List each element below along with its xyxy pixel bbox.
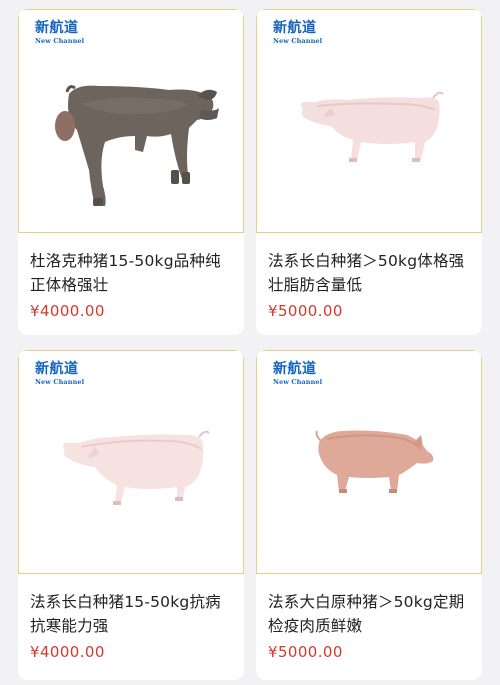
landrace-pig-image [63, 430, 210, 505]
product-grid: 新航道 New Channel 杜洛克种猪15-50kg品种纯正体格强壮 ¥40… [0, 0, 500, 685]
product-image-frame[interactable]: 新航道 New Channel [256, 350, 482, 574]
duroc-pig-image [55, 85, 219, 206]
product-card[interactable]: 新航道 New Channel 法系长白种猪＞50kg体格强壮脂肪含量低 ¥50… [256, 9, 482, 335]
product-title[interactable]: 杜洛克种猪15-50kg品种纯正体格强壮 [30, 249, 234, 297]
product-image-frame[interactable]: 新航道 New Channel [256, 9, 482, 233]
large-white-pig-image [315, 430, 434, 493]
product-title[interactable]: 法系长白种猪＞50kg体格强壮脂肪含量低 [268, 249, 472, 297]
product-price: ¥4000.00 [30, 643, 105, 661]
product-image-frame[interactable]: 新航道 New Channel [18, 350, 244, 574]
product-card[interactable]: 新航道 New Channel 杜洛克种猪15-50kg品种纯正体格强壮 ¥40… [18, 9, 244, 335]
landrace-pig-image [301, 91, 444, 162]
product-title[interactable]: 法系大白原种猪＞50kg定期检疫肉质鲜嫩 [268, 590, 472, 638]
product-title[interactable]: 法系长白种猪15-50kg抗病抗寒能力强 [30, 590, 234, 638]
product-image-frame[interactable]: 新航道 New Channel [18, 9, 244, 233]
product-card[interactable]: 新航道 New Channel 法系长白种猪15-50kg抗病抗寒能力强 ¥40… [18, 350, 244, 680]
product-price: ¥5000.00 [268, 643, 343, 661]
product-price: ¥4000.00 [30, 302, 105, 320]
product-card[interactable]: 新航道 New Channel 法系大白原种猪＞50kg定期检疫肉质鲜嫩 ¥50… [256, 350, 482, 680]
product-price: ¥5000.00 [268, 302, 343, 320]
